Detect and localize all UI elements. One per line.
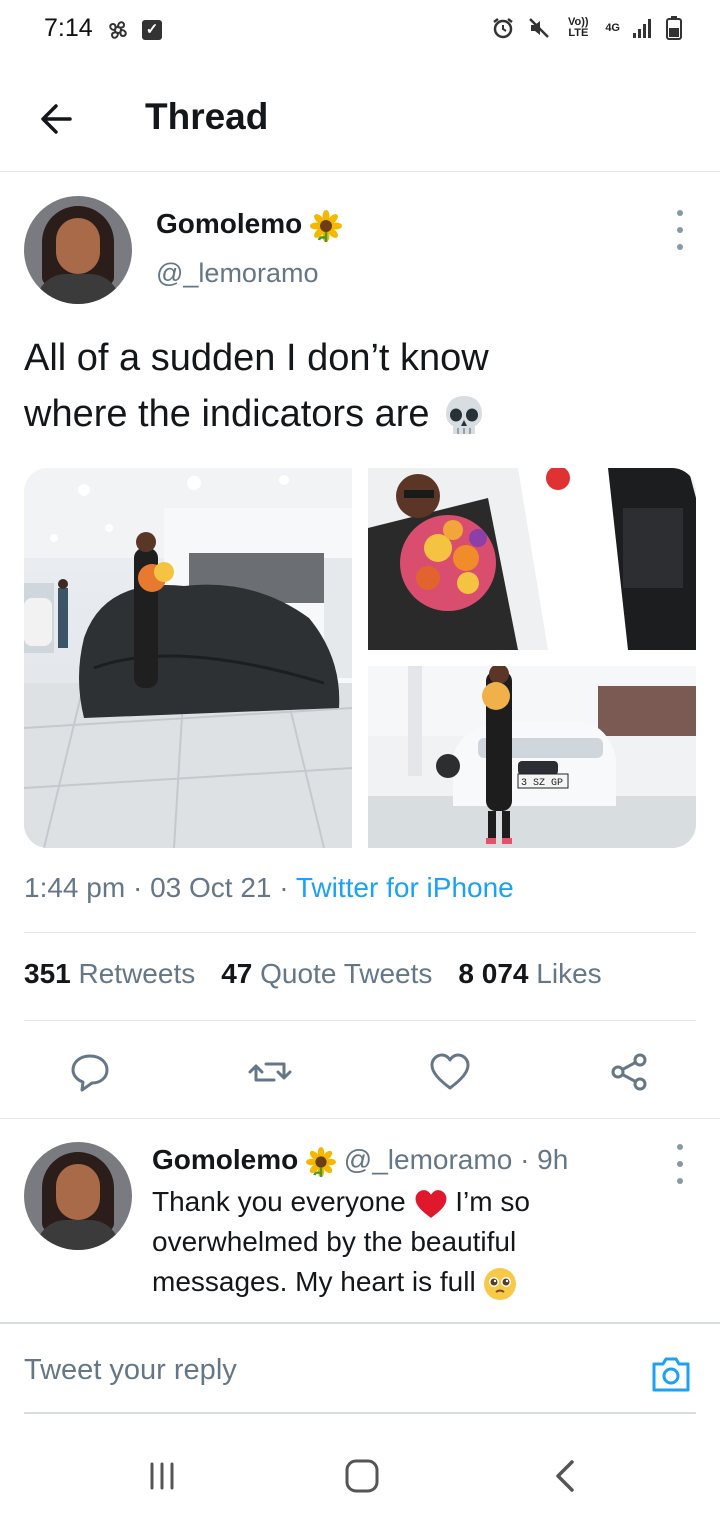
likes-stat[interactable]: 8 074 Likes: [458, 958, 601, 990]
like-heart-icon[interactable]: [428, 1050, 472, 1094]
tweet-actions: [0, 1046, 720, 1098]
reply-text: Thank you everyone I’m so overwhelmed by…: [152, 1182, 632, 1302]
alarm-icon: [493, 18, 514, 39]
reply-age: 9h: [537, 1144, 569, 1175]
tweet-photo-1[interactable]: [24, 468, 352, 848]
tweet-more-options-button[interactable]: [670, 210, 690, 250]
dot-icon: [677, 227, 683, 233]
status-time: 7:14: [44, 14, 93, 42]
system-nav-bar: [0, 1430, 720, 1520]
camera-icon[interactable]: [650, 1354, 692, 1394]
license-plate-text: 3 SZ GP: [521, 778, 563, 789]
tweet-photo-2[interactable]: [368, 468, 696, 650]
recent-apps-icon[interactable]: [142, 1456, 182, 1496]
reply-input[interactable]: Tweet your reply: [24, 1354, 237, 1387]
car-interior-image: [368, 468, 696, 650]
network-type-icon: 4G: [605, 21, 620, 34]
pleading-face-icon: [484, 1267, 517, 1300]
tweet-text: All of a sudden I don’t know where the i…: [24, 330, 684, 442]
fan-icon: [109, 21, 127, 39]
skull-icon: [446, 395, 483, 434]
red-heart-icon: [415, 1189, 446, 1218]
showroom-image: [24, 468, 352, 848]
reply-author-handle[interactable]: @_lemoramo: [344, 1144, 512, 1175]
tweet-stats: 351 Retweets 47 Quote Tweets 8 074 Likes: [24, 958, 602, 990]
reply-author-avatar[interactable]: [24, 1142, 132, 1250]
tweet-media-grid[interactable]: 3 SZ GP: [24, 468, 696, 848]
reply-header[interactable]: Gomolemo @_lemoramo · 9h: [152, 1144, 568, 1177]
car-front-image: 3 SZ GP: [368, 666, 696, 848]
tweet-photo-3[interactable]: 3 SZ GP: [368, 666, 696, 848]
sunflower-icon: [306, 1146, 337, 1177]
battery-icon: [666, 16, 682, 40]
share-icon[interactable]: [608, 1050, 652, 1094]
divider: [24, 1020, 696, 1021]
divider: [24, 1412, 696, 1414]
divider: [0, 1118, 720, 1119]
dot-icon: [677, 244, 683, 250]
retweet-icon[interactable]: [248, 1050, 292, 1094]
signal-icon: [633, 19, 651, 38]
divider: [0, 1322, 720, 1324]
retweets-stat[interactable]: 351 Retweets: [24, 958, 195, 990]
home-icon[interactable]: [342, 1456, 382, 1496]
checkbox-notification-icon: ✓: [142, 20, 162, 40]
dot-icon: [677, 1178, 683, 1184]
volte-icon: Vo)) LTE: [568, 16, 589, 39]
quote-tweets-stat[interactable]: 47 Quote Tweets: [221, 958, 432, 990]
sunflower-icon: [310, 209, 343, 242]
reply-more-options-button[interactable]: [670, 1144, 690, 1184]
status-bar: 7:14 ✓ Vo)) LTE 4G: [0, 0, 720, 62]
tweet-author-name[interactable]: Gomolemo: [156, 208, 343, 242]
divider: [24, 932, 696, 933]
app-header: Thread: [0, 62, 720, 172]
mute-icon: [529, 18, 550, 38]
tweet-timestamp: 1:44 pm · 03 Oct 21 · Twitter for iPhone: [24, 872, 514, 903]
tweet-author-handle[interactable]: @_lemoramo: [156, 258, 318, 289]
dot-icon: [677, 1144, 683, 1150]
reply-author-name[interactable]: Gomolemo: [152, 1144, 298, 1175]
dot-icon: [677, 210, 683, 216]
author-avatar[interactable]: [24, 196, 132, 304]
page-title: Thread: [145, 96, 269, 137]
dot-icon: [677, 1161, 683, 1167]
back-icon[interactable]: [546, 1456, 586, 1496]
tweet-source-link[interactable]: Twitter for iPhone: [296, 872, 514, 903]
reply-icon[interactable]: [68, 1050, 112, 1094]
back-arrow-icon[interactable]: [30, 92, 84, 146]
